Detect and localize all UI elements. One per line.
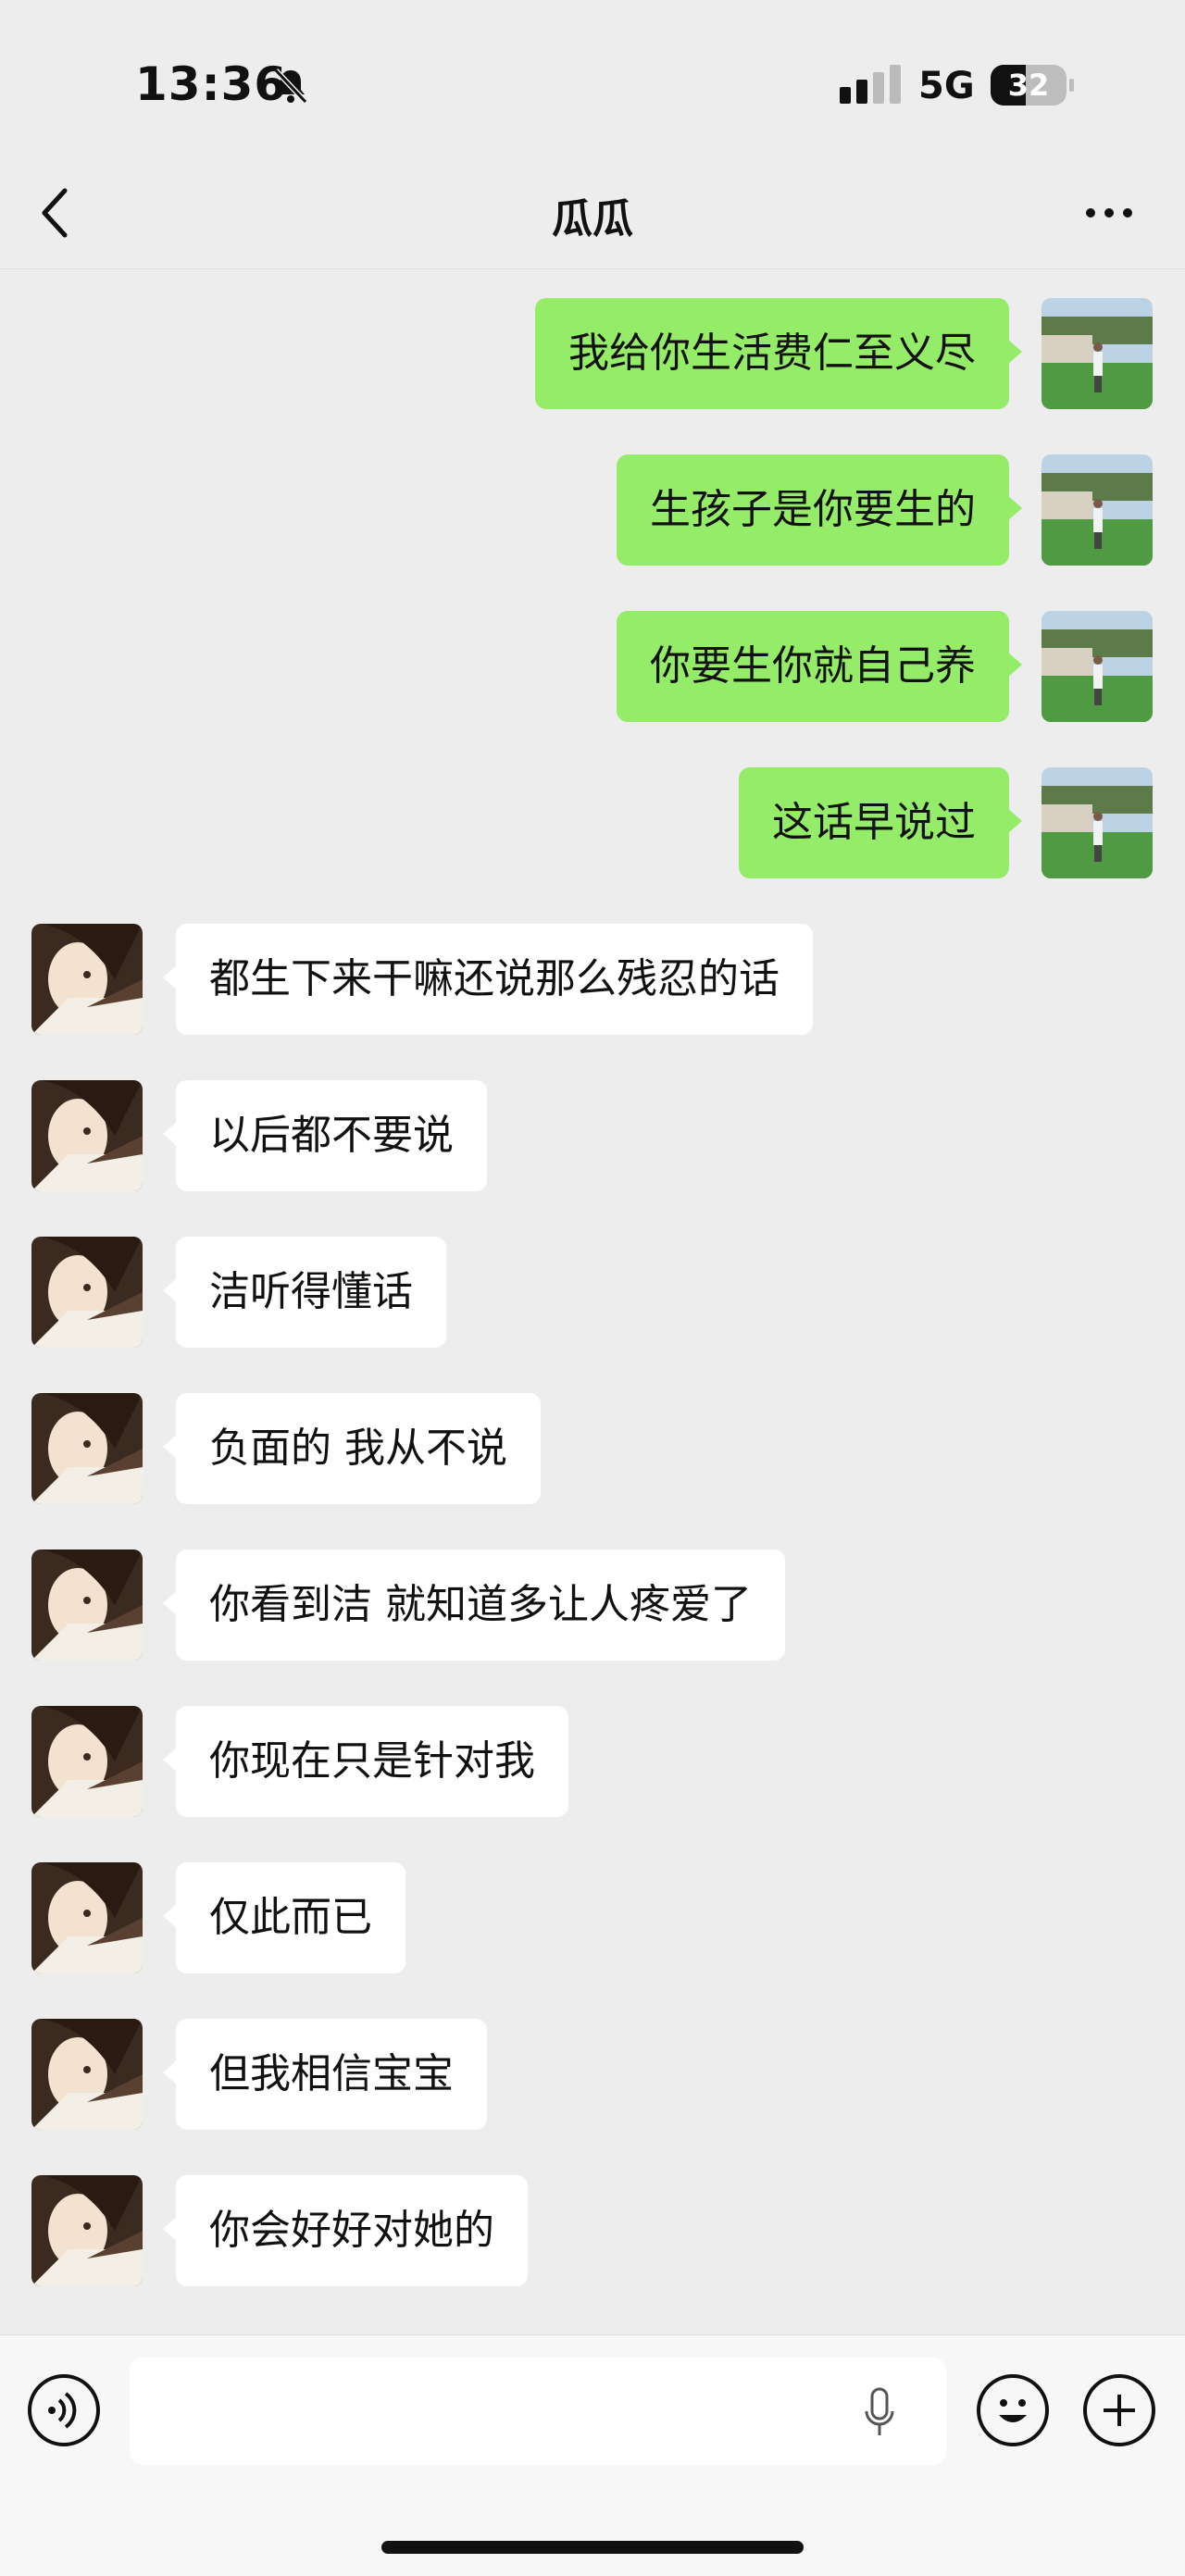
- more-icon[interactable]: [1081, 185, 1137, 241]
- muted-bell-icon: [273, 68, 308, 105]
- network-type: 5G: [918, 65, 975, 107]
- input-bar: [0, 2334, 1185, 2576]
- battery-icon: 32: [991, 65, 1074, 106]
- message-bubble[interactable]: 但我相信宝宝: [163, 2019, 487, 2130]
- avatar[interactable]: [31, 1080, 143, 1191]
- message-row-received: 负面的 我从不说: [0, 1393, 1185, 1504]
- plus-icon: [1104, 2395, 1135, 2426]
- message-row-received: 你现在只是针对我: [0, 1706, 1185, 1817]
- avatar[interactable]: [31, 2019, 143, 2130]
- message-bubble[interactable]: 洁听得懂话: [163, 1237, 446, 1348]
- message-bubble[interactable]: 你要生你就自己养: [617, 611, 1022, 722]
- message-row-sent: 我给你生活费仁至义尽: [0, 298, 1185, 409]
- message-input[interactable]: [130, 2358, 946, 2465]
- message-row-received: 都生下来干嘛还说那么残忍的话: [0, 924, 1185, 1035]
- avatar[interactable]: [1042, 454, 1153, 566]
- battery-level: 32: [1007, 68, 1050, 103]
- message-bubble[interactable]: 这话早说过: [739, 767, 1022, 878]
- avatar[interactable]: [31, 1393, 143, 1504]
- message-bubble[interactable]: 我给你生活费仁至义尽: [535, 298, 1022, 409]
- voice-icon: [48, 2392, 77, 2429]
- message-row-received: 洁听得懂话: [0, 1237, 1185, 1348]
- plus-button[interactable]: [1083, 2374, 1155, 2446]
- status-time: 13:36: [135, 57, 288, 111]
- message-bubble[interactable]: 你现在只是针对我: [163, 1706, 568, 1817]
- message-row-sent: 你要生你就自己养: [0, 611, 1185, 722]
- avatar[interactable]: [31, 1706, 143, 1817]
- message-row-sent: 生孩子是你要生的: [0, 454, 1185, 566]
- message-bubble[interactable]: 生孩子是你要生的: [617, 454, 1022, 566]
- message-row-received: 仅此而已: [0, 1862, 1185, 1973]
- avatar[interactable]: [1042, 611, 1153, 722]
- message-bubble[interactable]: 以后都不要说: [163, 1080, 487, 1191]
- avatar[interactable]: [1042, 767, 1153, 878]
- avatar[interactable]: [31, 1549, 143, 1661]
- chat-header: 瓜瓜: [0, 157, 1185, 269]
- emoji-icon: [999, 2399, 1027, 2422]
- chat-title: 瓜瓜: [552, 195, 633, 243]
- avatar[interactable]: [1042, 298, 1153, 409]
- message-row-received: 以后都不要说: [0, 1080, 1185, 1191]
- message-row-received: 你看到洁 就知道多让人疼爱了: [0, 1549, 1185, 1661]
- emoji-button[interactable]: [977, 2374, 1049, 2446]
- message-bubble[interactable]: 负面的 我从不说: [163, 1393, 541, 1504]
- microphone-icon[interactable]: [861, 2387, 898, 2441]
- avatar[interactable]: [31, 1862, 143, 1973]
- home-indicator: [381, 2541, 804, 2554]
- message-bubble[interactable]: 都生下来干嘛还说那么残忍的话: [163, 924, 813, 1035]
- status-bar: 13:36 5G 32: [0, 0, 1185, 157]
- message-row-received: 但我相信宝宝: [0, 2019, 1185, 2130]
- message-row-sent: 这话早说过: [0, 767, 1185, 878]
- voice-button[interactable]: [28, 2374, 100, 2446]
- avatar[interactable]: [31, 1237, 143, 1348]
- avatar[interactable]: [31, 2175, 143, 2286]
- message-bubble[interactable]: 你会好好对她的: [163, 2175, 528, 2286]
- message-row-received: 你会好好对她的: [0, 2175, 1185, 2286]
- message-bubble[interactable]: 你看到洁 就知道多让人疼爱了: [163, 1549, 785, 1661]
- message-bubble[interactable]: 仅此而已: [163, 1862, 405, 1973]
- avatar[interactable]: [31, 924, 143, 1035]
- signal-icon: [840, 65, 901, 104]
